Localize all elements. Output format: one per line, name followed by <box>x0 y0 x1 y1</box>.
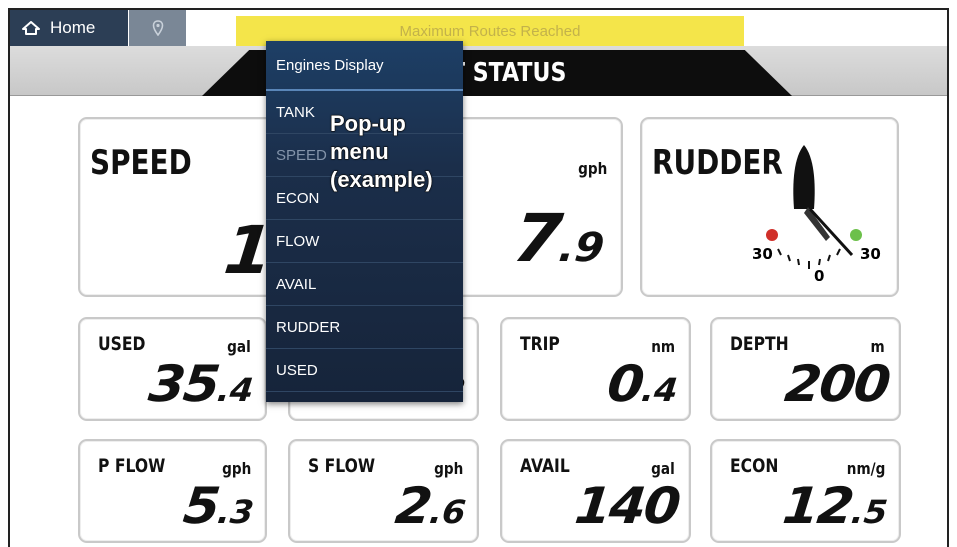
location-pin-icon <box>152 20 163 36</box>
s-flow-unit: gph <box>433 459 463 478</box>
avail-unit: gal <box>651 459 675 478</box>
s-flow-label: S FLOW <box>308 455 376 477</box>
used-value: 35.4 <box>145 355 256 413</box>
trip-label: TRIP <box>520 333 560 355</box>
home-label: Home <box>50 18 96 37</box>
s-flow-tile[interactable]: S FLOW gph 2.6 <box>288 439 479 543</box>
popup-callout: Pop-up menu (example) <box>330 110 434 194</box>
avail-tile[interactable]: AVAIL gal 140 <box>500 439 691 543</box>
page-title: T STATUS <box>450 58 567 88</box>
popup-header: Engines Display <box>266 41 463 91</box>
p-flow-value: 5.3 <box>180 477 256 535</box>
callout-line: menu <box>330 139 390 165</box>
rudder-right-scale: 30 <box>860 245 881 263</box>
top-bar: Home Maximum Routes Reached <box>10 10 947 46</box>
fuel-rate-unit: gph <box>577 159 607 178</box>
used-tile[interactable]: USED gal 35.4 <box>78 317 267 421</box>
p-flow-label: P FLOW <box>98 455 166 477</box>
econ-tile[interactable]: ECON nm/g 12.5 <box>710 439 901 543</box>
waypoint-button[interactable] <box>129 10 186 46</box>
menu-item-used[interactable]: USED <box>266 349 463 392</box>
depth-unit: m <box>870 337 885 356</box>
starboard-dot <box>850 229 862 241</box>
engine-status-screen: Home Maximum Routes Reached T STATUS SPE… <box>8 8 949 547</box>
used-label: USED <box>98 333 146 355</box>
depth-label: DEPTH <box>730 333 789 355</box>
fuel-rate-value: 7.9 <box>509 200 607 277</box>
rudder-center-scale: 0 <box>814 267 825 285</box>
rudder-tile[interactable]: RUDDER 30 30 0 <box>640 117 899 297</box>
callout-line: (example) <box>330 167 434 193</box>
used-unit: gal <box>227 337 251 356</box>
trip-unit: nm <box>651 337 675 356</box>
home-icon <box>22 21 40 35</box>
rudder-indicator <box>766 145 862 269</box>
econ-label: ECON <box>730 455 779 477</box>
econ-value: 12.5 <box>779 477 890 535</box>
depth-value: 200 <box>781 355 892 413</box>
trip-tile[interactable]: TRIP nm 0.4 <box>500 317 691 421</box>
popup-menu: Engines Display TANK SPEED ECON FLOW AVA… <box>266 41 463 402</box>
trip-value: 0.4 <box>604 355 680 413</box>
s-flow-value: 2.6 <box>392 477 468 535</box>
menu-item-flow[interactable]: FLOW <box>266 220 463 263</box>
p-flow-tile[interactable]: P FLOW gph 5.3 <box>78 439 267 543</box>
menu-item-rudder[interactable]: RUDDER <box>266 306 463 349</box>
avail-value: 140 <box>571 477 682 535</box>
boat-hull-icon <box>793 145 815 209</box>
speed-label: SPEED <box>90 143 192 183</box>
callout-line: Pop-up <box>330 111 407 137</box>
rudder-left-scale: 30 <box>752 245 773 263</box>
depth-tile[interactable]: DEPTH m 200 <box>710 317 901 421</box>
menu-item-avail[interactable]: AVAIL <box>266 263 463 306</box>
p-flow-unit: gph <box>221 459 251 478</box>
port-dot <box>766 229 778 241</box>
home-button[interactable]: Home <box>10 10 128 46</box>
avail-label: AVAIL <box>520 455 570 477</box>
econ-unit: nm/g <box>846 459 885 478</box>
